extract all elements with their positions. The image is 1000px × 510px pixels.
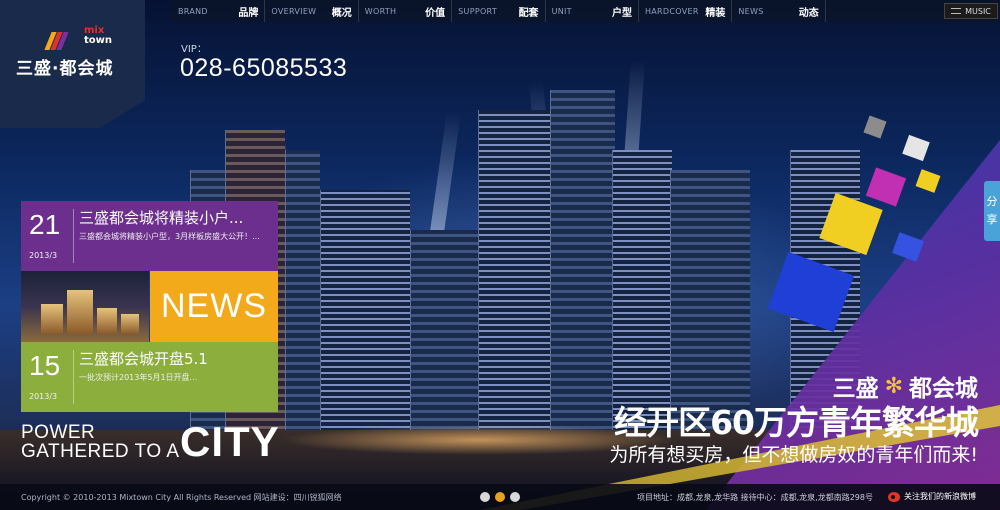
news-date: 2013/3 xyxy=(29,251,58,260)
star-icon: ✻ xyxy=(884,373,903,399)
weibo-icon xyxy=(888,491,900,502)
news-divider xyxy=(73,209,74,263)
headline: 经开区60万方青年繁华城 xyxy=(614,403,979,442)
news-item[interactable]: 15 2013/3 三盛都会城开盘5.1 一批次预计2013年5月1日开盘... xyxy=(21,342,278,412)
building xyxy=(410,230,480,450)
subline: 为所有想买房，但不想做房奴的青年们而来! xyxy=(609,444,978,466)
building xyxy=(285,150,320,450)
share-label-1: 分 xyxy=(986,195,998,208)
vip-label: VIP： xyxy=(181,44,207,55)
building xyxy=(320,190,410,450)
music-button[interactable]: MUSIC xyxy=(944,3,998,19)
logo-chinese: 三盛·都会城 xyxy=(16,59,114,79)
nav-cn: 品牌 xyxy=(238,7,259,19)
footer: Copyright © 2010-2013 Mixtown City All R… xyxy=(0,484,1000,510)
weibo-follow-link[interactable]: 关注我们的新浪微博 xyxy=(888,491,976,502)
news-banner[interactable]: NEWS xyxy=(150,271,278,342)
nav-hardcover[interactable]: HARDCOVER 精装 xyxy=(639,0,733,22)
slide-dot-active[interactable] xyxy=(495,492,505,502)
top-nav: BRAND 品牌 OVERVIEW 概况 WORTH 价值 SUPPORT 配套 UNI… xyxy=(172,0,1000,22)
weibo-label: 关注我们的新浪微博 xyxy=(904,492,976,501)
cube-decoration xyxy=(865,167,907,207)
news-summary: 一批次预计2013年5月1日开盘... xyxy=(79,373,198,382)
music-icon xyxy=(951,8,962,14)
logo-mark-icon xyxy=(44,32,69,50)
nav-unit[interactable]: UNIT 户型 xyxy=(546,0,639,22)
logo-english: mix town xyxy=(84,26,112,46)
logo[interactable]: mix town 三盛·都会城 xyxy=(0,0,145,128)
nav-cn: 概况 xyxy=(331,7,352,19)
news-title: 三盛都会城开盘5.1 xyxy=(79,350,208,368)
nav-en: OVERVIEW xyxy=(271,6,317,16)
vip-phone: 028-65085533 xyxy=(180,54,348,82)
building xyxy=(478,110,553,450)
share-label-2: 享 xyxy=(986,213,998,226)
copyright-text: Copyright © 2010-2013 Mixtown City All R… xyxy=(21,493,342,502)
building xyxy=(550,90,615,450)
nav-cn: 精装 xyxy=(705,7,726,19)
nav-overview[interactable]: OVERVIEW 概况 xyxy=(265,0,359,22)
cube-decoration xyxy=(863,115,887,139)
nav-cn: 户型 xyxy=(611,7,632,19)
news-summary: 三盛都会城将精装小户型，3月样板房盛大公开！... xyxy=(79,232,260,241)
share-button[interactable]: 分 享 xyxy=(984,181,1000,241)
news-banner-label: NEWS xyxy=(161,287,267,325)
nav-en: BRAND xyxy=(178,6,208,16)
nav-cn: 配套 xyxy=(518,7,539,19)
address-text: 项目地址：成都,龙泉,龙华路 接待中心：成都,龙泉,龙都南路298号 xyxy=(637,493,873,502)
slide-dot[interactable] xyxy=(480,492,490,502)
slide-pagination xyxy=(480,492,520,502)
nav-en: UNIT xyxy=(551,6,572,16)
news-thumbnail[interactable] xyxy=(21,271,149,342)
nav-en: HARDCOVER xyxy=(644,6,699,16)
music-label: MUSIC xyxy=(965,6,991,16)
nav-news[interactable]: NEWS 动态 xyxy=(732,0,826,22)
slogan-gathered: GATHERED TO A xyxy=(21,441,180,462)
news-day: 15 xyxy=(29,350,61,381)
news-day: 21 xyxy=(29,209,61,240)
slide-dot[interactable] xyxy=(510,492,520,502)
logo-english-line2: town xyxy=(84,35,113,46)
news-date: 2013/3 xyxy=(29,392,58,401)
news-title: 三盛都会城将精装小户... xyxy=(79,209,244,227)
nav-en: SUPPORT xyxy=(458,6,498,16)
cube-decoration xyxy=(902,134,930,162)
nav-brand[interactable]: BRAND 品牌 xyxy=(172,0,266,22)
cube-decoration xyxy=(915,169,941,193)
nav-en: WORTH xyxy=(364,6,397,16)
news-item[interactable]: 21 2013/3 三盛都会城将精装小户... 三盛都会城将精装小户型，3月样板… xyxy=(21,201,278,271)
nav-cn: 动态 xyxy=(798,7,819,19)
nav-worth[interactable]: WORTH 价值 xyxy=(359,0,453,22)
slogan-city: CITY xyxy=(180,418,280,465)
nav-cn: 价值 xyxy=(425,7,446,19)
nav-en: NEWS xyxy=(738,6,764,16)
nav-support[interactable]: SUPPORT 配套 xyxy=(452,0,546,22)
news-divider xyxy=(73,350,74,404)
